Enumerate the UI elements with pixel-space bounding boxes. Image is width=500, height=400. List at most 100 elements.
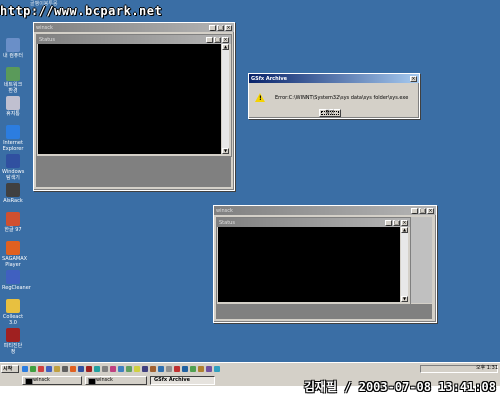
timestamp-stamp: 김재필 / 2003-07-08 13:41:08: [303, 380, 496, 394]
dialog-message: Error:C:\WINNT\System32\sys data\sys fol…: [275, 95, 409, 101]
status-titlebar[interactable]: Status _ □ ×: [217, 218, 410, 227]
desktop-icon[interactable]: AlsRack: [2, 183, 24, 204]
app-icon: [6, 241, 20, 255]
quick-launch-icon[interactable]: [62, 366, 68, 372]
dialog-titlebar[interactable]: GSfx Archive ×: [249, 74, 419, 83]
quick-launch-icon[interactable]: [150, 366, 156, 372]
minimize-icon[interactable]: _: [385, 219, 392, 226]
close-icon[interactable]: ×: [222, 36, 229, 43]
vertical-scrollbar[interactable]: ▲ ▼: [222, 44, 229, 154]
window-side-area: [411, 217, 432, 303]
desktop-icon-label: Colleact 3.0: [2, 314, 24, 326]
minimize-icon[interactable]: _: [411, 207, 418, 214]
desktop-icon-label: 한글 97: [4, 227, 22, 233]
quick-launch-icon[interactable]: [182, 366, 188, 372]
desktop-icon-label: 내 컴퓨터: [3, 53, 23, 59]
scroll-down-icon[interactable]: ▼: [222, 148, 229, 154]
quick-launch-icon[interactable]: [54, 366, 60, 372]
desktop-icon[interactable]: 네트워크 환경: [2, 67, 24, 94]
close-icon[interactable]: ×: [427, 207, 434, 214]
scroll-down-icon[interactable]: ▼: [401, 296, 408, 302]
dialog-body: ! Error:C:\WINNT\System32\sys data\sys f…: [249, 83, 419, 118]
console-output[interactable]: [218, 227, 400, 302]
close-icon[interactable]: ×: [410, 75, 417, 82]
quick-launch-icon[interactable]: [22, 366, 28, 372]
desktop-icon[interactable]: 피티진단정: [2, 328, 24, 355]
app-icon: [6, 270, 20, 284]
status-titlebar[interactable]: Status _ □ ×: [37, 35, 231, 44]
console-output[interactable]: [38, 44, 221, 154]
start-button[interactable]: 시작: [1, 365, 19, 373]
vertical-scrollbar[interactable]: ▲ ▼: [401, 227, 408, 302]
quick-launch-icon[interactable]: [38, 366, 44, 372]
app-icon: [6, 183, 20, 197]
console-window-1[interactable]: winsck _ □ × Status _ □ × ▲ ▼: [33, 22, 235, 191]
app-icon: [6, 154, 20, 168]
maximize-icon[interactable]: □: [419, 207, 426, 214]
quick-launch-icon[interactable]: [94, 366, 100, 372]
status-panel: Status _ □ × ▲ ▼: [36, 34, 232, 157]
close-icon[interactable]: ×: [401, 219, 408, 226]
error-dialog[interactable]: GSfx Archive × ! Error:C:\WINNT\System32…: [248, 73, 420, 119]
close-icon[interactable]: ×: [225, 24, 232, 31]
quick-launch-icon[interactable]: [174, 366, 180, 372]
app-icon: [6, 299, 20, 313]
dialog-title: GSfx Archive: [251, 75, 288, 82]
ok-button[interactable]: 확인: [319, 109, 341, 117]
app-icon: [6, 212, 20, 226]
clock[interactable]: 오후 1:31: [476, 365, 498, 372]
desktop-icon-label: SAGAMAX Player: [2, 256, 28, 268]
quick-launch-icon[interactable]: [110, 366, 116, 372]
desktop-icon[interactable]: Colleact 3.0: [2, 299, 24, 326]
console-window-2[interactable]: winsck _ □ × Status _ □ × ▲ ▼: [213, 205, 437, 323]
window-footer-area: [216, 304, 432, 319]
quick-launch-icon[interactable]: [46, 366, 52, 372]
scroll-up-icon[interactable]: ▲: [222, 44, 229, 50]
window-title: winsck: [36, 24, 53, 31]
quick-launch-icon[interactable]: [166, 366, 172, 372]
minimize-icon[interactable]: _: [206, 36, 213, 43]
desktop-icon[interactable]: 한글 97: [2, 212, 24, 233]
status-title: Status: [219, 219, 235, 226]
desktop-icon-label: RegCleaner: [2, 285, 31, 291]
desktop-icon[interactable]: Internet Explorer: [2, 125, 24, 152]
window-titlebar[interactable]: winsck _ □ ×: [34, 23, 234, 32]
desktop-icon[interactable]: RegCleaner: [2, 270, 31, 291]
maximize-icon[interactable]: □: [393, 219, 400, 226]
quick-launch-icon[interactable]: [158, 366, 164, 372]
maximize-icon[interactable]: □: [214, 36, 221, 43]
desktop-icon[interactable]: SAGAMAX Player: [2, 241, 28, 268]
quick-launch-icon[interactable]: [30, 366, 36, 372]
quick-launch-icon[interactable]: [214, 366, 220, 372]
window-titlebar[interactable]: winsck _ □ ×: [214, 206, 436, 215]
quick-launch-icon[interactable]: [134, 366, 140, 372]
quick-launch-icon[interactable]: [78, 366, 84, 372]
scroll-up-icon[interactable]: ▲: [401, 227, 408, 233]
taskbar-button-label: winsck: [96, 377, 113, 383]
maximize-icon[interactable]: □: [217, 24, 224, 31]
taskbar-button-label: GSfx Archive: [154, 377, 191, 383]
quick-launch-icon[interactable]: [206, 366, 212, 372]
quick-launch-icon[interactable]: [86, 366, 92, 372]
desktop-icon-label: 피티진단정: [3, 343, 23, 355]
quick-launch-icon[interactable]: [102, 366, 108, 372]
taskbar-button[interactable]: winsck: [85, 376, 147, 385]
desktop-icon[interactable]: 내 컴퓨터: [2, 38, 24, 59]
desktop-icon[interactable]: 휴지통: [2, 96, 24, 117]
quick-launch-icon[interactable]: [70, 366, 76, 372]
console-icon: [25, 378, 33, 384]
quick-launch-icon[interactable]: [126, 366, 132, 372]
quick-launch-icon[interactable]: [118, 366, 124, 372]
quick-launch-icon[interactable]: [198, 366, 204, 372]
desktop-icon[interactable]: Windows 탐색기: [2, 154, 24, 181]
status-panel: Status _ □ × ▲ ▼: [216, 217, 411, 305]
desktop-icon-label: 네트워크 환경: [3, 82, 23, 94]
desktop-icon-label: Windows 탐색기: [2, 169, 25, 181]
window-footer-area: [36, 157, 231, 187]
quick-launch-icon[interactable]: [190, 366, 196, 372]
taskbar-button[interactable]: GSfx Archive: [150, 376, 215, 385]
quick-launch-icon[interactable]: [142, 366, 148, 372]
taskbar-button[interactable]: winsck: [22, 376, 82, 385]
desktop-icon-label: Internet Explorer: [2, 140, 24, 152]
minimize-icon[interactable]: _: [209, 24, 216, 31]
